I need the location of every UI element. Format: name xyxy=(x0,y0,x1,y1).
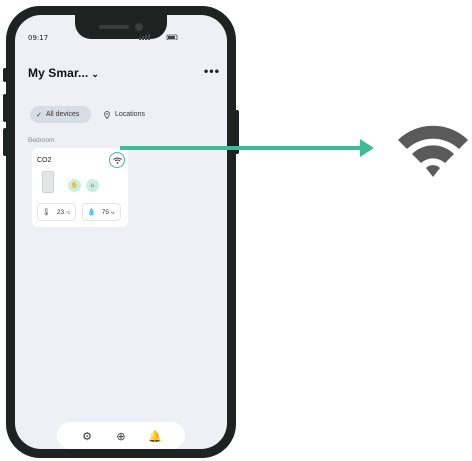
chevron-down-icon: ⌄ xyxy=(91,69,100,79)
droplet-icon: 💧 xyxy=(87,209,96,216)
humidity-unit: % xyxy=(110,209,115,215)
filter-label: Locations xyxy=(115,111,145,118)
bell-icon[interactable]: 🔔 xyxy=(147,428,163,444)
thermometer-icon: 🌡 xyxy=(42,209,51,216)
phone-frame: 09:17 My Smar... ⌄ ••• ✓ All devices Loca… xyxy=(3,6,239,458)
home-icon[interactable]: ⌂ xyxy=(86,179,99,192)
phone-screen: 09:17 My Smar... ⌄ ••• ✓ All devices Loca… xyxy=(15,15,227,449)
device-name: CO2 xyxy=(37,157,52,164)
status-icons xyxy=(139,34,178,40)
status-time: 09:17 xyxy=(28,34,49,42)
side-button xyxy=(3,68,7,82)
humidity-reading: 💧 75 % xyxy=(82,203,121,221)
speaker xyxy=(99,25,129,29)
temperature-value: 23 xyxy=(56,208,65,216)
wifi-icon xyxy=(112,157,122,164)
annotation-arrow-line xyxy=(120,146,362,150)
location-pin-icon xyxy=(104,110,110,119)
filter-all-devices[interactable]: ✓ All devices xyxy=(30,106,91,123)
title-text: My Smar... xyxy=(28,66,89,80)
wifi-status-badge xyxy=(109,152,125,168)
wifi-icon xyxy=(398,125,468,177)
filter-locations[interactable]: Locations xyxy=(98,106,158,123)
bottom-nav: ⚙ ⊕ 🔔 xyxy=(57,422,185,449)
camera xyxy=(135,23,143,31)
filter-label: All devices xyxy=(45,111,80,118)
annotation-arrow-head xyxy=(360,139,374,157)
temperature-unit: °C xyxy=(65,209,71,215)
side-button xyxy=(3,128,7,156)
page-title[interactable]: My Smar... ⌄ xyxy=(28,66,99,80)
side-button xyxy=(3,94,7,122)
humidity-value: 75 xyxy=(101,208,109,216)
add-circle-icon[interactable]: ⊕ xyxy=(113,428,129,444)
more-options-button[interactable]: ••• xyxy=(203,67,220,78)
check-icon: ✓ xyxy=(36,111,42,119)
temperature-reading: 🌡 23 °C xyxy=(37,203,76,221)
device-card[interactable]: CO2 ✋ ⌂ 🌡 23 °C 💧 75 % xyxy=(32,148,128,227)
gear-icon[interactable]: ⚙ xyxy=(79,428,95,444)
device-image xyxy=(42,171,54,193)
hand-icon[interactable]: ✋ xyxy=(68,179,81,192)
room-label: Bedroom xyxy=(28,137,55,144)
